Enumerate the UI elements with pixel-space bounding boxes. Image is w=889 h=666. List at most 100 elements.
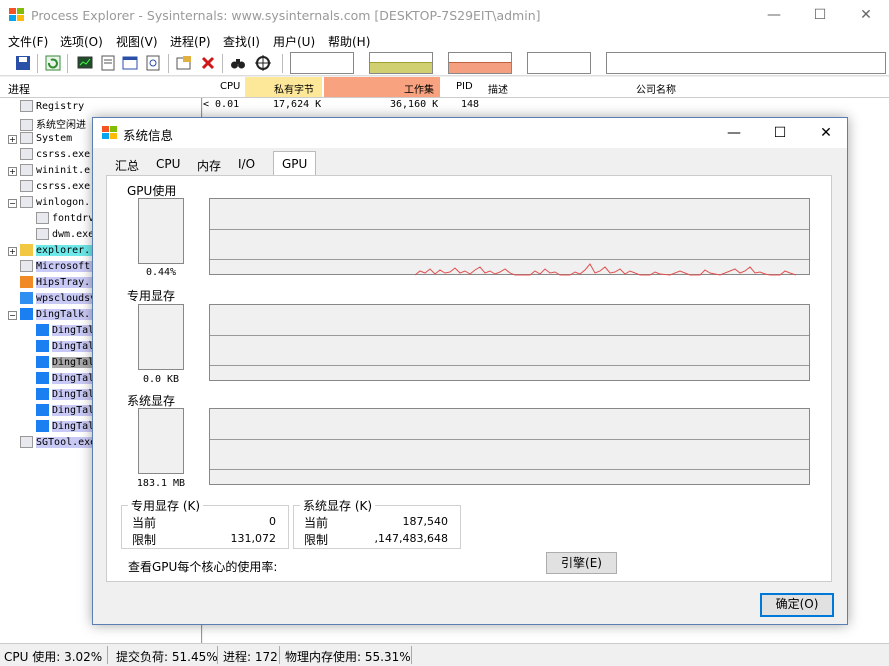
tab-cpu[interactable]: CPU: [148, 154, 188, 175]
dialog-title-bar: 系统信息 — ☐ ✕: [93, 118, 847, 148]
process-icon: [36, 372, 49, 384]
kill-process-icon[interactable]: [200, 55, 216, 71]
menu-users[interactable]: 用户(U): [273, 33, 315, 50]
system-info-icon[interactable]: [77, 55, 93, 71]
process-row[interactable]: System: [20, 132, 72, 148]
maximize-button[interactable]: ☐: [797, 0, 843, 31]
status-processes: 进程: 172: [223, 650, 278, 664]
col-description[interactable]: 描述: [488, 81, 508, 96]
refresh-icon[interactable]: [45, 55, 61, 71]
col-cpu[interactable]: CPU: [220, 81, 240, 92]
commit-history-graph[interactable]: [369, 52, 433, 74]
ok-button[interactable]: 确定(O): [760, 593, 834, 617]
save-icon[interactable]: [15, 55, 31, 71]
find-binoculars-icon[interactable]: [230, 55, 246, 71]
process-name: Registry: [36, 101, 85, 112]
col-company[interactable]: 公司名称: [636, 81, 676, 96]
process-explorer-icon: [102, 126, 117, 139]
process-row[interactable]: DingTalk.: [20, 308, 103, 324]
first-row-private: 17,624 K: [273, 99, 322, 110]
process-row[interactable]: winlogon.: [20, 196, 90, 212]
process-row[interactable]: csrss.exe: [20, 180, 90, 196]
per-core-usage-label: 查看GPU每个核心的使用率:: [128, 560, 278, 574]
process-row[interactable]: HipsTray.: [20, 276, 103, 292]
dialog-maximize-button[interactable]: ☐: [757, 118, 803, 148]
toolbar: [0, 51, 889, 76]
col-private[interactable]: 私有字节: [274, 81, 314, 96]
dedicated-memory-gauge: [138, 304, 184, 370]
menu-help[interactable]: 帮助(H): [328, 33, 370, 50]
window-icon[interactable]: [122, 55, 138, 71]
dedicated-memory-graph: [209, 304, 810, 381]
tab-summary[interactable]: 汇总: [107, 154, 147, 175]
dedicated-limit-value: 131,072: [230, 532, 277, 545]
menu-bar: 文件(F) 选项(O) 视图(V) 进程(P) 查找(I) 用户(U) 帮助(H…: [0, 31, 889, 51]
tree-expand-toggle[interactable]: +: [8, 247, 17, 256]
process-icon: [20, 180, 33, 192]
menu-options[interactable]: 选项(O): [60, 33, 103, 50]
col-pid[interactable]: PID: [456, 81, 473, 92]
process-row[interactable]: csrss.exe: [20, 148, 90, 164]
process-row[interactable]: Registry: [20, 100, 84, 116]
tree-expand-toggle[interactable]: −: [8, 311, 17, 320]
io-history-graph[interactable]: [527, 52, 591, 74]
tree-expand-toggle[interactable]: +: [8, 167, 17, 176]
process-icon: [20, 292, 33, 304]
col-process[interactable]: 进程: [8, 81, 30, 97]
process-row[interactable]: dwm.exe: [36, 228, 94, 244]
menu-process[interactable]: 进程(P): [170, 33, 211, 50]
dll-view-icon[interactable]: [145, 55, 161, 71]
cpu-history-graph[interactable]: [290, 52, 354, 74]
process-name: wininit.e: [36, 165, 91, 176]
process-icon: [36, 340, 49, 352]
process-icon: [20, 132, 33, 144]
process-row[interactable]: explorer.: [20, 244, 103, 260]
tab-memory[interactable]: 内存: [189, 154, 229, 175]
process-icon: [36, 388, 49, 400]
process-icon: [36, 356, 49, 368]
properties-icon[interactable]: [100, 55, 116, 71]
gpu-history-graph[interactable]: [606, 52, 886, 74]
col-working[interactable]: 工作集: [404, 81, 434, 96]
process-icon: [20, 260, 33, 272]
process-row[interactable]: Microsoft: [20, 260, 103, 276]
system-group-title: 系统显存 (K): [300, 497, 376, 514]
process-icon: [20, 148, 33, 160]
find-window-crosshair-icon[interactable]: [255, 55, 271, 71]
options-icon[interactable]: [176, 55, 192, 71]
physical-memory-graph[interactable]: [448, 52, 512, 74]
gpu-usage-gauge: [138, 198, 184, 264]
process-row[interactable]: 系统空闲进: [20, 116, 86, 132]
process-row[interactable]: fontdrv: [36, 212, 94, 228]
system-memory-label: 系统显存: [127, 394, 176, 408]
process-icon: [20, 119, 33, 131]
minimize-button[interactable]: —: [751, 0, 797, 31]
system-info-dialog: 系统信息 — ☐ ✕ 汇总 CPU 内存 I/O GPU GPU使用 0.44%…: [92, 117, 848, 625]
dedicated-current-label: 当前: [132, 516, 157, 530]
process-icon: [36, 404, 49, 416]
process-name: fontdrv: [52, 213, 95, 224]
title-bar: Process Explorer - Sysinternals: www.sys…: [0, 0, 889, 31]
tree-expand-toggle[interactable]: −: [8, 199, 17, 208]
menu-file[interactable]: 文件(F): [8, 33, 48, 50]
process-icon: [20, 164, 33, 176]
process-row[interactable]: wininit.e: [20, 164, 90, 180]
gpu-tab-panel: GPU使用 0.44% 专用显存 0.0 KB 系统显存 183.1 MB 专用…: [106, 175, 832, 582]
tree-expand-toggle[interactable]: +: [8, 135, 17, 144]
engine-button[interactable]: 引擎(E): [546, 552, 617, 574]
tab-gpu[interactable]: GPU: [273, 151, 317, 176]
system-memory-group: 系统显存 (K) 当前 187,540 限制 ,147,483,648: [293, 497, 461, 549]
tab-io[interactable]: I/O: [230, 154, 263, 175]
menu-view[interactable]: 视图(V): [116, 33, 158, 50]
gpu-usage-graph: [209, 198, 810, 276]
close-button[interactable]: ✕: [843, 0, 889, 31]
process-name: csrss.exe: [36, 181, 91, 192]
process-icon: [36, 420, 49, 432]
dialog-close-button[interactable]: ✕: [803, 118, 849, 148]
system-memory-gauge: [138, 408, 184, 474]
process-name: dwm.exe: [52, 229, 95, 240]
status-physical-memory: 物理内存使用: 55.31%: [285, 650, 411, 664]
dialog-minimize-button[interactable]: —: [711, 118, 757, 148]
gpu-usage-value: 0.44%: [145, 267, 177, 278]
menu-find[interactable]: 查找(I): [223, 33, 260, 50]
